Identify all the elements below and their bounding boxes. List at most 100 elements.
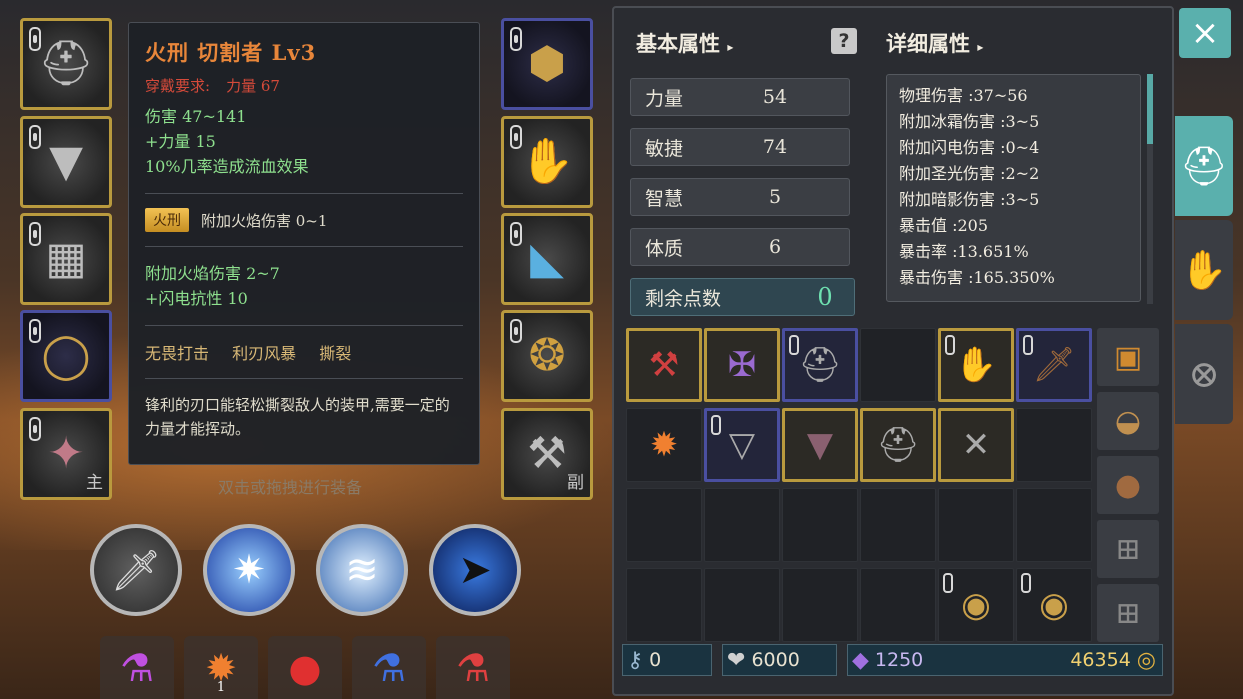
consumable-red-flask[interactable]: ●	[268, 636, 342, 699]
skill-storm-button[interactable]: ≋	[316, 524, 408, 616]
inventory-item-red-axe[interactable]: ⚒	[626, 328, 702, 402]
axe-icon: ✦	[47, 428, 85, 479]
consumable-blue-potion[interactable]: ⚗	[352, 636, 426, 699]
potion-icon: ⚗	[455, 645, 491, 690]
inventory-empty-cell[interactable]	[782, 568, 858, 642]
bag-chest-button[interactable]: ▣	[1097, 328, 1159, 386]
inventory-empty-cell[interactable]	[704, 488, 780, 562]
gems-value: 1250	[874, 649, 924, 671]
bag-empty-slot[interactable]: ⊞	[1097, 584, 1159, 642]
detail-line: 附加圣光伤害 :2~2	[899, 164, 1040, 183]
attack-skill-button[interactable]: 🗡	[90, 524, 182, 616]
divider	[145, 193, 463, 194]
inventory-empty-cell[interactable]	[626, 488, 702, 562]
crest-icon: ⊗	[1188, 352, 1220, 396]
boots-slot[interactable]: ◣	[501, 213, 593, 305]
inventory-item-tunic[interactable]: ▼	[782, 408, 858, 482]
inventory-item-spiked-armor[interactable]: ✠	[704, 328, 780, 402]
attr-strength: 力量 54	[630, 78, 850, 116]
help-button[interactable]: ?	[831, 28, 857, 54]
inventory-item-iron-helm[interactable]: ⛑	[860, 408, 936, 482]
consumable-campfire[interactable]: ✹ 1	[184, 636, 258, 699]
gloves-slot[interactable]: ✋	[501, 116, 593, 208]
skill-name: 撕裂	[319, 344, 352, 363]
inventory-empty-cell[interactable]	[938, 488, 1014, 562]
heart-icon: ❤	[727, 647, 746, 673]
gloves-icon: ✋	[1180, 247, 1228, 292]
inventory-empty-cell[interactable]	[860, 328, 936, 402]
close-button[interactable]: ×	[1179, 8, 1231, 58]
skill-dash-button[interactable]: ➤	[429, 524, 521, 616]
attr-value: 54	[762, 86, 788, 108]
inventory-item-helmet[interactable]: ⛑	[782, 328, 858, 402]
potion-icon: ⚗	[119, 645, 155, 690]
attr-label: 力量	[645, 87, 684, 110]
tab-settings[interactable]: ⊗	[1175, 324, 1233, 424]
skill-burst-button[interactable]: ✷	[203, 524, 295, 616]
consumable-purple-potion[interactable]: ⚗	[100, 636, 174, 699]
tab-skills[interactable]: ✋	[1175, 220, 1233, 320]
amulet-icon: ⬢	[527, 38, 567, 89]
dagger-icon: ✕	[961, 425, 991, 465]
attr-value: 74	[762, 136, 788, 158]
inventory-empty-cell[interactable]	[1016, 408, 1092, 482]
inventory-item-gauntlet[interactable]: ✋	[938, 328, 1014, 402]
equip-hint: 双击或拖拽进行装备	[218, 478, 363, 497]
lock-icon	[711, 415, 721, 435]
hearts-value: 6000	[751, 649, 800, 671]
main-hand-slot[interactable]: ✦ 主	[20, 408, 112, 500]
inventory-empty-cell[interactable]	[782, 488, 858, 562]
tunic-icon: ▼	[806, 425, 834, 465]
requirement-value: 力量 67	[226, 77, 280, 95]
helmet-icon: ⛑	[38, 38, 94, 89]
basic-attributes-title[interactable]: 基本属性 ▸	[636, 28, 733, 58]
shoulder-armor-icon: ▼	[49, 136, 83, 187]
gems-gold-counter: ◆ 1250 46354 ◎	[847, 644, 1163, 676]
bracer-icon: ◉	[961, 585, 991, 625]
sack-icon: ●	[1114, 467, 1142, 503]
bag-empty-slot[interactable]: ⊞	[1097, 520, 1159, 578]
sword-icon: 🗡	[110, 547, 162, 594]
inventory-item-sword[interactable]: 🗡	[1016, 328, 1092, 402]
skill-name: 利刃风暴	[232, 344, 297, 363]
ring2-slot[interactable]: ❂	[501, 310, 593, 402]
chest-slot[interactable]: ▦	[20, 213, 112, 305]
sword-icon: 🗡	[1032, 345, 1076, 385]
cloak-icon: ▽	[728, 425, 756, 465]
consumable-red-potion[interactable]: ⚗	[436, 636, 510, 699]
inventory-item-bracer[interactable]: ◉	[1016, 568, 1092, 642]
detail-attributes-title[interactable]: 详细属性 ▸	[886, 28, 983, 58]
bag-sack-button[interactable]: ●	[1097, 456, 1159, 514]
inventory-item-campfire[interactable]: ✹	[626, 408, 702, 482]
potion-icon: ⚗	[371, 645, 407, 690]
lightning-resist: +闪电抗性 10	[145, 289, 248, 308]
detail-line: 附加冰霜伤害 :3~5	[899, 112, 1040, 131]
inventory-empty-cell[interactable]	[1016, 488, 1092, 562]
campfire-count: 1	[216, 680, 226, 695]
inventory-empty-cell[interactable]	[626, 568, 702, 642]
off-hand-slot[interactable]: ⚒ 副	[501, 408, 593, 500]
attr-value: 6	[768, 236, 782, 258]
gold-coin-icon: ◎	[1136, 647, 1156, 673]
bleed-effect: 10%几率造成流血效果	[145, 157, 309, 176]
inventory-item-dagger[interactable]: ✕	[938, 408, 1014, 482]
attr-constitution: 体质 6	[630, 228, 850, 266]
inventory-item-cloak[interactable]: ▽	[704, 408, 780, 482]
inventory-empty-cell[interactable]	[860, 568, 936, 642]
inventory-empty-cell[interactable]	[860, 488, 936, 562]
bag-pouch-button[interactable]: ◒	[1097, 392, 1159, 450]
gem-icon: ◆	[852, 647, 869, 673]
stats-panel: 基本属性 ▸ ? 详细属性 ▸ 力量 54 敏捷 74 智慧 5 体质 6 剩余点数 0 …	[612, 6, 1174, 696]
main-hand-tag: 主	[86, 473, 103, 493]
item-skills: 无畏打击 利刃风暴 撕裂	[145, 340, 463, 364]
tab-equipment[interactable]: ⛑	[1175, 116, 1233, 216]
detail-scrollbar[interactable]	[1147, 74, 1153, 304]
amulet-slot[interactable]: ⬢	[501, 18, 593, 110]
shoulder-slot[interactable]: ▼	[20, 116, 112, 208]
helmet-slot[interactable]: ⛑	[20, 18, 112, 110]
lock-icon	[29, 27, 41, 51]
inventory-empty-cell[interactable]	[704, 568, 780, 642]
inventory-item-bracer[interactable]: ◉	[938, 568, 1014, 642]
detail-stats-box[interactable]: 物理伤害 :37~56 附加冰霜伤害 :3~5 附加闪电伤害 :0~4 附加圣光…	[886, 74, 1141, 302]
ring-slot[interactable]: ◯	[20, 310, 112, 402]
